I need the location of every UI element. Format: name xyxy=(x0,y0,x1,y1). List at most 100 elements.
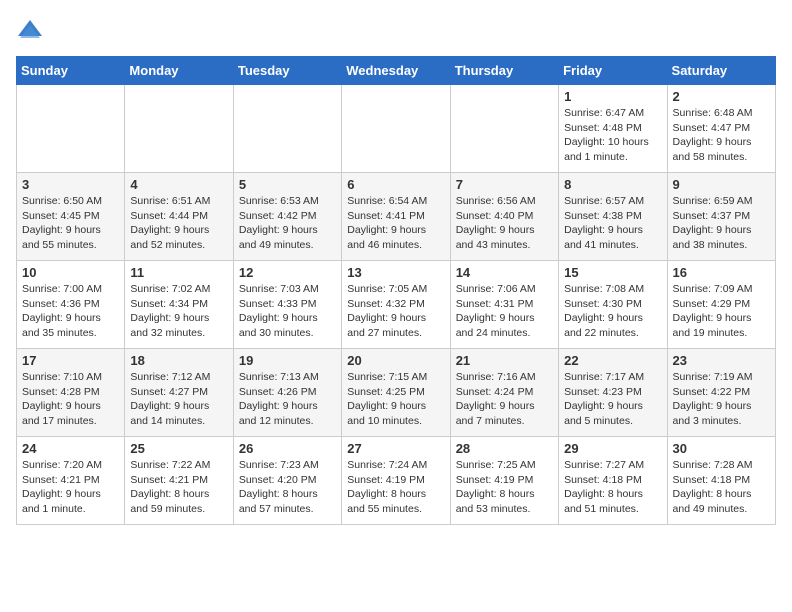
calendar-cell: 11 Sunrise: 7:02 AMSunset: 4:34 PMDayligh… xyxy=(125,261,233,349)
calendar-week-2: 3 Sunrise: 6:50 AMSunset: 4:45 PMDaylight… xyxy=(17,173,776,261)
day-info: Sunrise: 7:22 AMSunset: 4:21 PMDaylight:… xyxy=(130,458,227,517)
calendar-cell: 21Sunrise: 7:16 AMSunset: 4:24 PMDayligh… xyxy=(450,349,558,437)
calendar-header-row: SundayMondayTuesdayWednesdayThursdayFrid… xyxy=(17,57,776,85)
calendar-cell: 3 Sunrise: 6:50 AMSunset: 4:45 PMDaylight… xyxy=(17,173,125,261)
day-number: 3 xyxy=(22,177,119,192)
day-info: Sunrise: 6:51 AMSunset: 4:44 PMDaylight:… xyxy=(130,194,227,253)
day-info: Sunrise: 7:03 AMSunset: 4:33 PMDaylight:… xyxy=(239,282,336,341)
day-info: Sunrise: 7:02 AMSunset: 4:34 PMDaylight:… xyxy=(130,282,227,341)
day-number: 26 xyxy=(239,441,336,456)
calendar-cell: 13 Sunrise: 7:05 AMSunset: 4:32 PMDayligh… xyxy=(342,261,450,349)
calendar-cell: 1 Sunrise: 6:47 AMSunset: 4:48 PMDaylight… xyxy=(559,85,667,173)
logo xyxy=(16,16,48,44)
day-number: 20 xyxy=(347,353,444,368)
day-number: 23 xyxy=(673,353,770,368)
logo-icon xyxy=(16,16,44,44)
day-number: 22 xyxy=(564,353,661,368)
day-info: Sunrise: 7:09 AMSunset: 4:29 PMDaylight:… xyxy=(673,282,770,341)
calendar-cell: 24 Sunrise: 7:20 AMSunset: 4:21 PMDayligh… xyxy=(17,437,125,525)
day-number: 9 xyxy=(673,177,770,192)
page: SundayMondayTuesdayWednesdayThursdayFrid… xyxy=(0,0,792,541)
day-number: 13 xyxy=(347,265,444,280)
day-number: 11 xyxy=(130,265,227,280)
day-info: Sunrise: 7:25 AMSunset: 4:19 PMDaylight:… xyxy=(456,458,553,517)
day-number: 6 xyxy=(347,177,444,192)
day-info: Sunrise: 7:12 AMSunset: 4:27 PMDaylight:… xyxy=(130,370,227,429)
day-info: Sunrise: 7:23 AMSunset: 4:20 PMDaylight:… xyxy=(239,458,336,517)
calendar-cell xyxy=(450,85,558,173)
calendar-cell xyxy=(125,85,233,173)
calendar-week-3: 10Sunrise: 7:00 AMSunset: 4:36 PMDayligh… xyxy=(17,261,776,349)
day-info: Sunrise: 6:54 AMSunset: 4:41 PMDaylight:… xyxy=(347,194,444,253)
calendar-cell: 2Sunrise: 6:48 AMSunset: 4:47 PMDaylight… xyxy=(667,85,775,173)
calendar-cell: 14 Sunrise: 7:06 AMSunset: 4:31 PMDayligh… xyxy=(450,261,558,349)
day-info: Sunrise: 6:50 AMSunset: 4:45 PMDaylight:… xyxy=(22,194,119,253)
calendar-cell: 16 Sunrise: 7:09 AMSunset: 4:29 PMDayligh… xyxy=(667,261,775,349)
day-info: Sunrise: 7:06 AMSunset: 4:31 PMDaylight:… xyxy=(456,282,553,341)
day-info: Sunrise: 7:20 AMSunset: 4:21 PMDaylight:… xyxy=(22,458,119,517)
day-info: Sunrise: 6:53 AMSunset: 4:42 PMDaylight:… xyxy=(239,194,336,253)
calendar-cell: 6 Sunrise: 6:54 AMSunset: 4:41 PMDaylight… xyxy=(342,173,450,261)
calendar-cell: 17 Sunrise: 7:10 AMSunset: 4:28 PMDayligh… xyxy=(17,349,125,437)
calendar-cell: 18Sunrise: 7:12 AMSunset: 4:27 PMDayligh… xyxy=(125,349,233,437)
calendar-cell: 22 Sunrise: 7:17 AMSunset: 4:23 PMDayligh… xyxy=(559,349,667,437)
day-number: 7 xyxy=(456,177,553,192)
day-info: Sunrise: 6:59 AMSunset: 4:37 PMDaylight:… xyxy=(673,194,770,253)
day-info: Sunrise: 7:24 AMSunset: 4:19 PMDaylight:… xyxy=(347,458,444,517)
calendar-cell xyxy=(233,85,341,173)
calendar-week-1: 1 Sunrise: 6:47 AMSunset: 4:48 PMDaylight… xyxy=(17,85,776,173)
day-number: 16 xyxy=(673,265,770,280)
day-info: Sunrise: 7:27 AMSunset: 4:18 PMDaylight:… xyxy=(564,458,661,517)
calendar-cell: 29 Sunrise: 7:27 AMSunset: 4:18 PMDayligh… xyxy=(559,437,667,525)
day-number: 24 xyxy=(22,441,119,456)
calendar-header-tuesday: Tuesday xyxy=(233,57,341,85)
day-info: Sunrise: 7:19 AMSunset: 4:22 PMDaylight:… xyxy=(673,370,770,429)
day-info: Sunrise: 7:00 AMSunset: 4:36 PMDaylight:… xyxy=(22,282,119,341)
calendar-header-wednesday: Wednesday xyxy=(342,57,450,85)
day-info: Sunrise: 7:10 AMSunset: 4:28 PMDaylight:… xyxy=(22,370,119,429)
day-info: Sunrise: 7:05 AMSunset: 4:32 PMDaylight:… xyxy=(347,282,444,341)
calendar-cell: 5 Sunrise: 6:53 AMSunset: 4:42 PMDaylight… xyxy=(233,173,341,261)
day-number: 27 xyxy=(347,441,444,456)
calendar-cell: 8Sunrise: 6:57 AMSunset: 4:38 PMDaylight… xyxy=(559,173,667,261)
day-info: Sunrise: 6:48 AMSunset: 4:47 PMDaylight:… xyxy=(673,106,770,165)
day-number: 19 xyxy=(239,353,336,368)
calendar-cell: 10Sunrise: 7:00 AMSunset: 4:36 PMDayligh… xyxy=(17,261,125,349)
calendar-header-monday: Monday xyxy=(125,57,233,85)
calendar-cell: 15 Sunrise: 7:08 AMSunset: 4:30 PMDayligh… xyxy=(559,261,667,349)
day-info: Sunrise: 7:16 AMSunset: 4:24 PMDaylight:… xyxy=(456,370,553,429)
day-info: Sunrise: 7:17 AMSunset: 4:23 PMDaylight:… xyxy=(564,370,661,429)
calendar-cell: 12 Sunrise: 7:03 AMSunset: 4:33 PMDayligh… xyxy=(233,261,341,349)
calendar: SundayMondayTuesdayWednesdayThursdayFrid… xyxy=(16,56,776,525)
day-number: 5 xyxy=(239,177,336,192)
day-info: Sunrise: 7:28 AMSunset: 4:18 PMDaylight:… xyxy=(673,458,770,517)
day-number: 1 xyxy=(564,89,661,104)
calendar-cell xyxy=(342,85,450,173)
calendar-cell xyxy=(17,85,125,173)
calendar-header-sunday: Sunday xyxy=(17,57,125,85)
calendar-week-4: 17 Sunrise: 7:10 AMSunset: 4:28 PMDayligh… xyxy=(17,349,776,437)
day-number: 8 xyxy=(564,177,661,192)
day-number: 17 xyxy=(22,353,119,368)
calendar-cell: 9 Sunrise: 6:59 AMSunset: 4:37 PMDaylight… xyxy=(667,173,775,261)
day-number: 25 xyxy=(130,441,227,456)
calendar-header-saturday: Saturday xyxy=(667,57,775,85)
calendar-cell: 19 Sunrise: 7:13 AMSunset: 4:26 PMDayligh… xyxy=(233,349,341,437)
day-number: 12 xyxy=(239,265,336,280)
calendar-cell: 28Sunrise: 7:25 AMSunset: 4:19 PMDayligh… xyxy=(450,437,558,525)
day-number: 15 xyxy=(564,265,661,280)
day-info: Sunrise: 6:56 AMSunset: 4:40 PMDaylight:… xyxy=(456,194,553,253)
header xyxy=(16,16,776,44)
day-number: 29 xyxy=(564,441,661,456)
day-number: 30 xyxy=(673,441,770,456)
day-info: Sunrise: 7:08 AMSunset: 4:30 PMDaylight:… xyxy=(564,282,661,341)
calendar-cell: 27 Sunrise: 7:24 AMSunset: 4:19 PMDayligh… xyxy=(342,437,450,525)
day-info: Sunrise: 7:15 AMSunset: 4:25 PMDaylight:… xyxy=(347,370,444,429)
day-info: Sunrise: 7:13 AMSunset: 4:26 PMDaylight:… xyxy=(239,370,336,429)
calendar-cell: 7 Sunrise: 6:56 AMSunset: 4:40 PMDaylight… xyxy=(450,173,558,261)
calendar-cell: 23 Sunrise: 7:19 AMSunset: 4:22 PMDayligh… xyxy=(667,349,775,437)
calendar-cell: 26 Sunrise: 7:23 AMSunset: 4:20 PMDayligh… xyxy=(233,437,341,525)
day-info: Sunrise: 6:47 AMSunset: 4:48 PMDaylight:… xyxy=(564,106,661,165)
calendar-cell: 25 Sunrise: 7:22 AMSunset: 4:21 PMDayligh… xyxy=(125,437,233,525)
day-number: 14 xyxy=(456,265,553,280)
